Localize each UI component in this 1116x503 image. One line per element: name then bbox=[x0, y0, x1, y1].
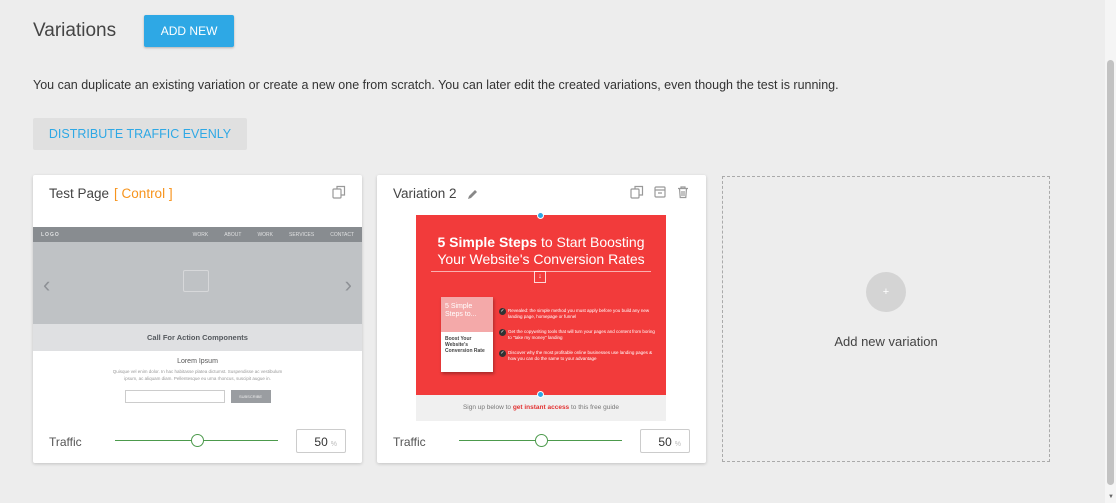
percent-unit: % bbox=[674, 441, 681, 448]
traffic-row: Traffic 50% bbox=[393, 429, 690, 453]
bullet-item: Revealed: the simple method you must app… bbox=[499, 308, 656, 320]
image-placeholder-icon bbox=[183, 270, 209, 292]
traffic-percent-input[interactable]: 50% bbox=[296, 429, 346, 453]
page-header: Variations ADD NEW bbox=[33, 15, 235, 47]
variation-2-thumbnail[interactable]: 5 Simple Steps to Start Boosting Your We… bbox=[416, 212, 666, 421]
bullet-item: Discover why the most profitable online … bbox=[499, 350, 656, 362]
slider-handle[interactable] bbox=[191, 434, 204, 447]
archive-icon[interactable] bbox=[653, 185, 667, 199]
page-title: Variations bbox=[33, 20, 117, 41]
control-page-thumbnail[interactable]: LOGO WORK ABOUT WORK SERVICES CONTACT ‹ … bbox=[33, 227, 362, 421]
add-new-variation-label[interactable]: Add new variation bbox=[723, 334, 1049, 349]
duplicate-icon[interactable] bbox=[630, 185, 644, 199]
nav-link: ABOUT bbox=[224, 231, 242, 238]
traffic-label: Traffic bbox=[393, 435, 426, 449]
resize-handle[interactable] bbox=[537, 212, 544, 219]
card-title-text: Variation 2 bbox=[393, 186, 457, 201]
card-actions bbox=[332, 185, 346, 199]
scrollbar-thumb[interactable] bbox=[1107, 60, 1114, 485]
thumbnail-input bbox=[124, 389, 225, 403]
bullet-item: Get the copywriting tools that will turn… bbox=[499, 329, 656, 341]
thumbnail-logo: LOGO bbox=[41, 231, 60, 238]
traffic-slider[interactable] bbox=[115, 434, 278, 447]
traffic-value: 50 bbox=[314, 435, 328, 449]
thumbnail-body: Lorem Ipsum Quisque vel enim dolor. In h… bbox=[33, 351, 362, 403]
card-title: Test Page [ Control ] bbox=[49, 186, 173, 201]
variation-card-control: Test Page [ Control ] LOGO WORK ABOUT WO… bbox=[33, 175, 362, 463]
control-badge: [ Control ] bbox=[114, 186, 173, 201]
thumbnail-hero: ‹ › bbox=[33, 242, 362, 324]
footer-bold: get instant access bbox=[512, 404, 570, 411]
plus-icon[interactable]: + bbox=[866, 272, 906, 312]
percent-unit: % bbox=[330, 441, 337, 448]
thumbnail-nav-links: WORK ABOUT WORK SERVICES CONTACT bbox=[193, 232, 354, 238]
vertical-scrollbar[interactable]: ▼ bbox=[1105, 0, 1116, 503]
chevron-left-icon: ‹ bbox=[43, 272, 51, 297]
footer-pre: Sign up below to bbox=[462, 404, 513, 411]
headline-bold: 5 Simple Steps bbox=[437, 234, 538, 250]
footer-post: to this free guide bbox=[569, 404, 620, 411]
card-title: Variation 2 bbox=[393, 186, 479, 201]
thumbnail-headline: 5 Simple Steps to Start Boosting Your We… bbox=[416, 215, 666, 272]
traffic-slider[interactable] bbox=[459, 434, 622, 447]
card-actions bbox=[630, 185, 690, 199]
slider-handle[interactable] bbox=[535, 434, 548, 447]
traffic-row: Traffic 50% bbox=[49, 429, 346, 453]
nav-link: WORK bbox=[257, 231, 273, 238]
ebook-cover: 5 Simple Steps to... Boost Your Website'… bbox=[441, 297, 493, 372]
thumbnail-subscribe: SUBSCRIBE bbox=[230, 389, 271, 403]
nav-link: WORK bbox=[192, 231, 209, 238]
thumbnail-form: SUBSCRIBE bbox=[33, 389, 362, 403]
ebook-title: 5 Simple Steps to... bbox=[441, 297, 493, 332]
distribute-traffic-button[interactable]: DISTRIBUTE TRAFFIC EVENLY bbox=[33, 118, 247, 150]
pencil-icon[interactable] bbox=[467, 188, 479, 200]
add-new-button[interactable]: ADD NEW bbox=[144, 15, 235, 47]
nav-link: CONTACT bbox=[330, 231, 354, 238]
duplicate-icon[interactable] bbox=[332, 185, 346, 199]
headline-line2: Your Website's Conversion Rates bbox=[437, 251, 645, 267]
card-title-text: Test Page bbox=[49, 186, 110, 201]
traffic-percent-input[interactable]: 50% bbox=[640, 429, 690, 453]
page-description: You can duplicate an existing variation … bbox=[33, 78, 839, 92]
nav-link: SERVICES bbox=[289, 231, 315, 238]
trash-icon[interactable] bbox=[676, 185, 690, 199]
traffic-value: 50 bbox=[658, 435, 672, 449]
ebook-subtitle: Boost Your Website's Conversion Rate bbox=[445, 336, 485, 354]
traffic-label: Traffic bbox=[49, 435, 82, 449]
thumbnail-nav: LOGO WORK ABOUT WORK SERVICES CONTACT bbox=[33, 227, 362, 242]
arrow-down-icon: ↓ bbox=[534, 271, 546, 283]
thumbnail-paragraph: Quisque vel enim dolor. In hac habitasse… bbox=[112, 369, 283, 381]
scroll-down-arrow-icon[interactable]: ▼ bbox=[1108, 494, 1114, 500]
thumbnail-hero: 5 Simple Steps to Start Boosting Your We… bbox=[416, 215, 666, 395]
chevron-right-icon: › bbox=[344, 272, 352, 297]
thumbnail-heading: Lorem Ipsum bbox=[177, 358, 218, 365]
variation-card-2: Variation 2 5 Simple Steps to Start Boos… bbox=[377, 175, 706, 463]
resize-handle[interactable] bbox=[537, 391, 544, 398]
add-new-variation-card[interactable]: + Add new variation bbox=[722, 176, 1050, 462]
headline-rest: to Start Boosting bbox=[537, 234, 645, 250]
thumbnail-cta: Call For Action Components bbox=[33, 324, 362, 351]
